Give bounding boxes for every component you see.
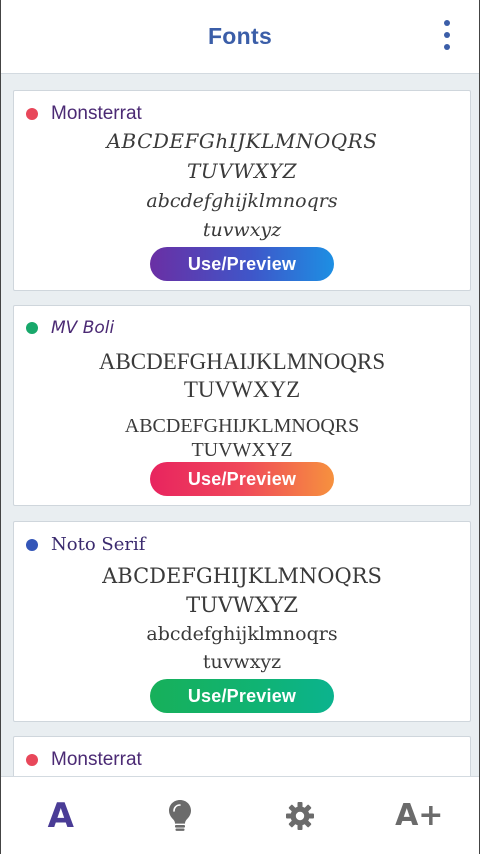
font-card: Monsterrat — [13, 736, 471, 776]
sample-uppercase-line2: TUVWXYZ — [183, 377, 301, 402]
sample-lowercase-line2: TUVWXYZ — [191, 439, 293, 461]
sample-uppercase-line1: ABCDEFGhIJKLMNOQRS — [106, 129, 378, 153]
font-card: Noto Serif ABCDEFGHIJKLMNOQRS TUVWXYZ ab… — [13, 521, 471, 722]
sample-uppercase-line2: TUVWXYZ — [186, 159, 298, 183]
status-dot — [26, 108, 38, 120]
tab-settings[interactable] — [260, 786, 340, 846]
app-bar: Fonts — [1, 0, 479, 74]
font-name: MV Boli — [51, 318, 115, 338]
sample-lowercase-line1: ABCDEFGHIJKLMNOQRS — [124, 415, 360, 437]
font-card-header: MV Boli — [26, 318, 114, 338]
font-card: MV Boli ABCDEFGHAIJKLMNOQRS TUVWXYZ ABCD… — [13, 305, 471, 506]
sample-lowercase-line2: tuvwxyz — [202, 219, 282, 241]
bottom-nav: A A+ — [1, 776, 479, 854]
more-vert-icon[interactable] — [439, 20, 455, 50]
tab-fonts[interactable]: A — [21, 786, 101, 846]
font-card-header: Monsterrat — [26, 749, 142, 771]
text-size-tab-icon: A+ — [395, 798, 444, 833]
status-dot — [26, 322, 38, 334]
font-name: Monsterrat — [51, 103, 142, 124]
gear-icon — [285, 801, 314, 830]
tab-tips[interactable] — [140, 786, 220, 846]
sample-uppercase-line1: ABCDEFGHAIJKLMNOQRS — [98, 349, 386, 374]
use-preview-button[interactable]: Use/Preview — [150, 247, 334, 281]
fonts-tab-icon: A — [47, 795, 74, 836]
font-card-header: Noto Serif — [26, 534, 145, 555]
font-card-header: Monsterrat — [26, 103, 142, 125]
sample-uppercase-line1: ABCDEFGHIJKLMNOQRS — [102, 564, 382, 588]
font-list[interactable]: Monsterrat ABCDEFGhIJKLMNOQRS TUVWXYZ ab… — [1, 74, 479, 776]
sample-uppercase-line2: TUVWXYZ — [186, 593, 298, 617]
sample-lowercase-line2: tuvwxyz — [202, 651, 282, 673]
lightbulb-icon — [169, 799, 192, 831]
use-preview-button[interactable]: Use/Preview — [150, 679, 334, 713]
sample-lowercase-line1: abcdefghijklmnoqrs — [146, 190, 338, 212]
use-preview-button[interactable]: Use/Preview — [150, 462, 334, 496]
font-card: Monsterrat ABCDEFGhIJKLMNOQRS TUVWXYZ ab… — [13, 90, 471, 291]
page-title: Fonts — [207, 23, 273, 49]
tab-text-size[interactable]: A+ — [379, 786, 459, 846]
sample-lowercase-line1: abcdefghijklmnoqrs — [146, 623, 338, 645]
font-name: Noto Serif — [51, 534, 146, 555]
font-name: Monsterrat — [51, 749, 142, 770]
status-dot — [26, 754, 38, 766]
status-dot — [26, 538, 38, 551]
